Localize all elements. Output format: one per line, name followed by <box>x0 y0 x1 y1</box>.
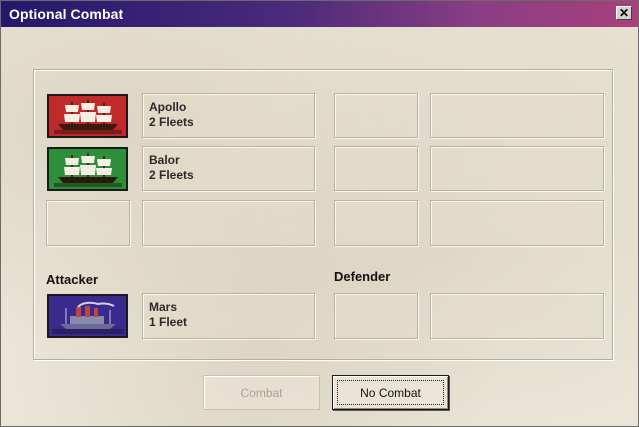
no-combat-button[interactable]: No Combat <box>332 375 449 410</box>
empty-icon-slot[interactable] <box>46 200 130 246</box>
attacker-label: Attacker <box>46 272 99 287</box>
window-title: Optional Combat <box>9 6 124 22</box>
fleet-count: 1 Fleet <box>149 315 188 329</box>
defender-slot-2[interactable] <box>334 146 418 191</box>
defender-slot-1[interactable] <box>334 93 418 138</box>
optional-combat-dialog: Optional Combat ✕ Apollo 2 Fleets Balor … <box>0 0 639 427</box>
fleet-count: 2 Fleets <box>149 115 194 129</box>
fleet-name: Balor <box>149 153 180 167</box>
fleet-balor-icon-slot[interactable] <box>47 147 128 191</box>
fleet-name: Mars <box>149 300 178 314</box>
no-combat-button-label: No Combat <box>360 385 421 400</box>
defender-info-slot-3[interactable] <box>430 200 604 246</box>
combat-button[interactable]: Combat <box>203 375 320 410</box>
empty-info-slot[interactable] <box>142 200 315 246</box>
defender-slot-3[interactable] <box>334 200 418 246</box>
attacker-icon-slot[interactable] <box>47 294 128 338</box>
fleet-apollo-info[interactable]: Apollo 2 Fleets <box>142 93 315 138</box>
defender-info-slot-2[interactable] <box>430 146 604 191</box>
sailing-ship-icon <box>53 100 122 134</box>
steamship-icon <box>51 298 124 334</box>
defender-info-slot-1[interactable] <box>430 93 604 138</box>
fleet-name: Apollo <box>149 100 187 114</box>
fleet-count: 2 Fleets <box>149 168 194 182</box>
combat-button-label: Combat <box>240 385 283 400</box>
defender-label: Defender <box>334 269 391 284</box>
title-bar[interactable]: Optional Combat ✕ <box>1 1 638 27</box>
fleet-balor-info[interactable]: Balor 2 Fleets <box>142 146 315 191</box>
attacker-fleet-info[interactable]: Mars 1 Fleet <box>142 293 315 339</box>
fleet-apollo-icon-slot[interactable] <box>47 94 128 138</box>
defender-icon-slot[interactable] <box>334 293 418 339</box>
defender-fleet-info[interactable] <box>430 293 604 339</box>
close-icon: ✕ <box>618 6 630 20</box>
sailing-ship-icon <box>53 153 122 187</box>
close-button[interactable]: ✕ <box>616 6 632 20</box>
